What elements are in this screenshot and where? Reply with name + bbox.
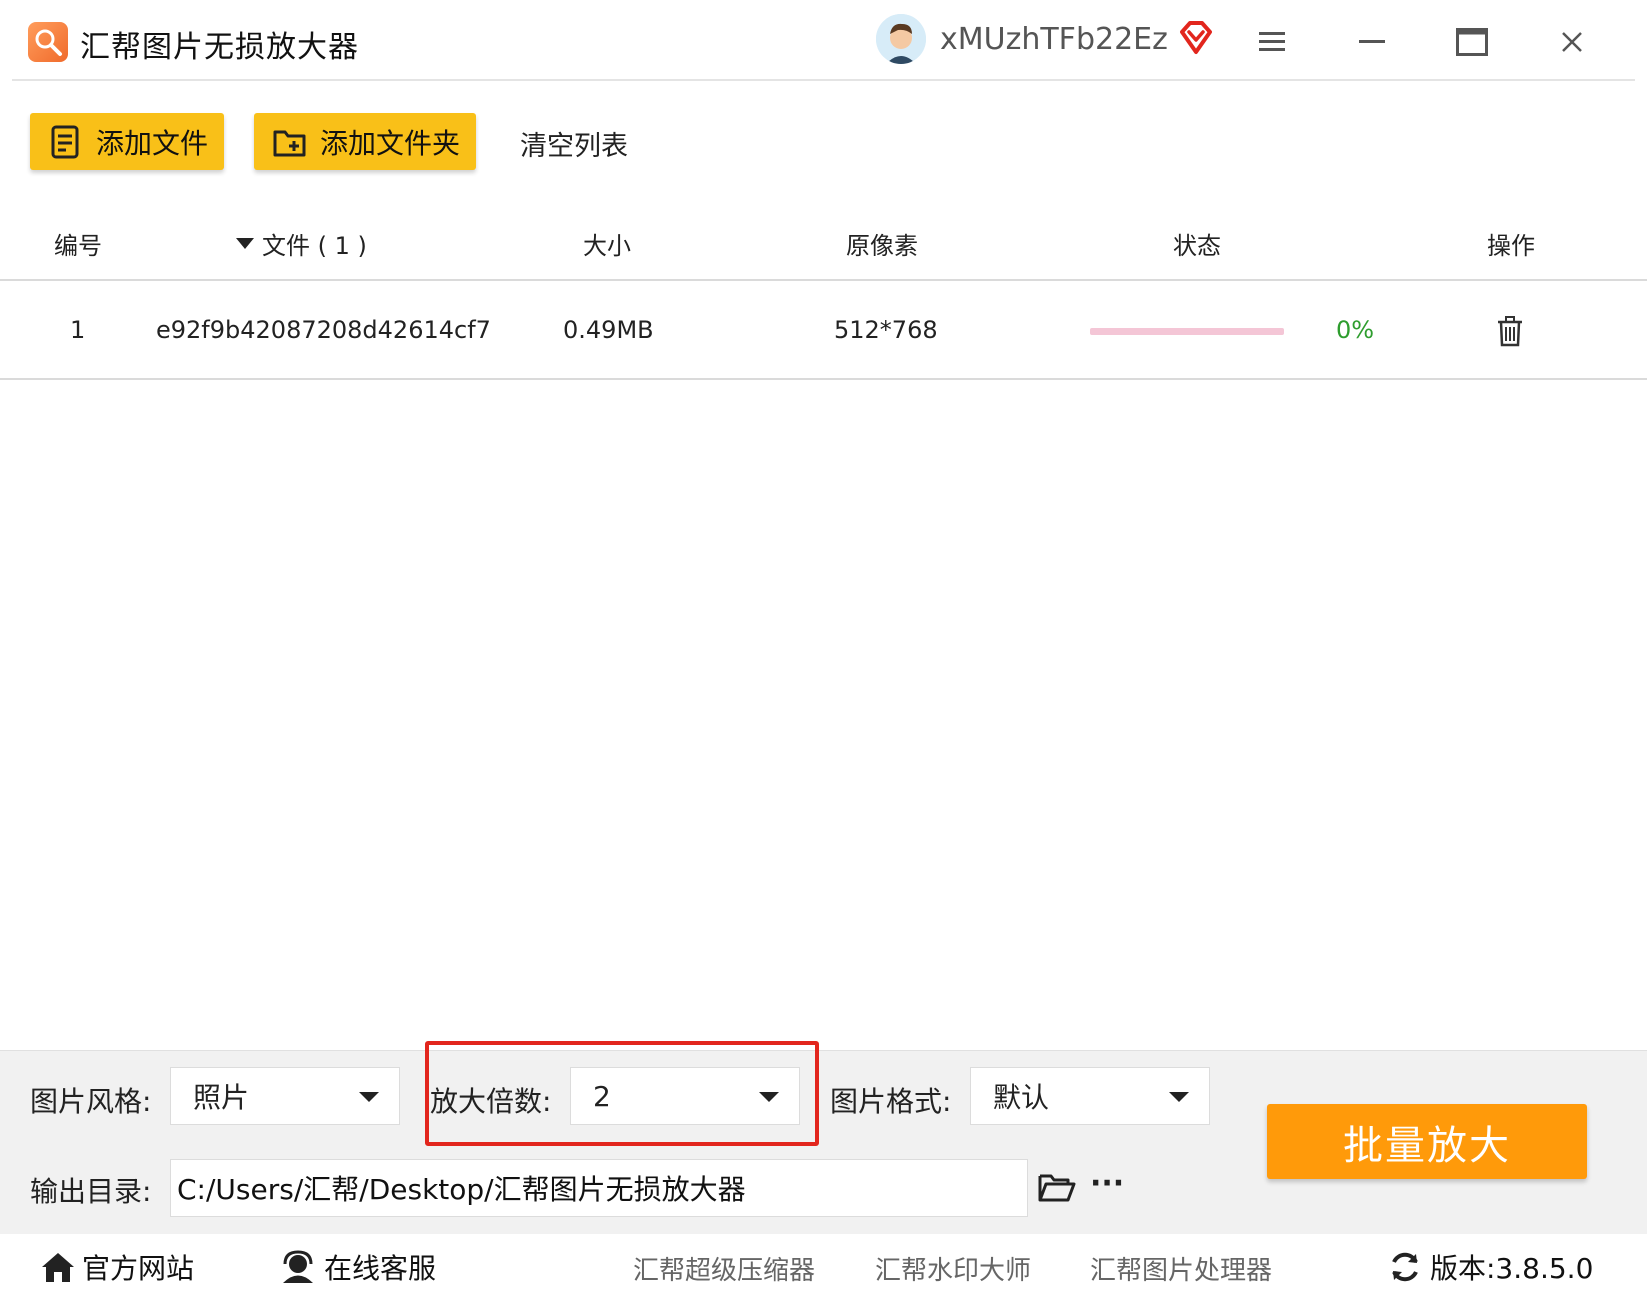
row-index: 1 bbox=[70, 316, 86, 344]
add-folder-label: 添加文件夹 bbox=[320, 126, 461, 160]
table-row-divider bbox=[0, 378, 1647, 380]
user-avatar[interactable] bbox=[876, 14, 926, 64]
column-header-size: 大小 bbox=[583, 232, 631, 260]
add-file-icon bbox=[51, 125, 79, 158]
sort-down-icon bbox=[236, 237, 254, 249]
official-website-link[interactable]: 官方网站 bbox=[40, 1247, 194, 1287]
add-file-label: 添加文件 bbox=[96, 126, 209, 160]
column-header-file-label: 文件 ( 1 ) bbox=[262, 232, 367, 260]
version-label: 版本:3.8.5.0 bbox=[1430, 1252, 1594, 1285]
refresh-icon bbox=[1392, 1252, 1418, 1282]
image-style-select[interactable]: 照片 bbox=[170, 1067, 400, 1125]
column-header-action: 操作 bbox=[1487, 232, 1535, 260]
image-format-value: 默认 bbox=[993, 1081, 1050, 1114]
image-style-value: 照片 bbox=[193, 1081, 250, 1114]
image-format-select[interactable]: 默认 bbox=[970, 1067, 1210, 1125]
table-header-divider bbox=[0, 279, 1647, 281]
output-dir-label: 输出目录: bbox=[30, 1175, 152, 1208]
column-header-file[interactable]: 文件 ( 1 ) bbox=[236, 226, 367, 261]
username: xMUzhTFb22Ez bbox=[940, 22, 1168, 57]
footer-link-compressor[interactable]: 汇帮超级压缩器 bbox=[633, 1250, 815, 1287]
row-file-name: e92f9b42087208d42614cf7 bbox=[156, 316, 491, 344]
row-file-size: 0.49MB bbox=[563, 316, 654, 344]
online-support-label: 在线客服 bbox=[324, 1252, 437, 1285]
title-divider bbox=[12, 79, 1635, 81]
folder-open-icon[interactable] bbox=[1038, 1170, 1076, 1204]
image-style-label: 图片风格: bbox=[30, 1085, 152, 1118]
official-website-label: 官方网站 bbox=[82, 1252, 195, 1285]
column-header-pixels: 原像素 bbox=[846, 232, 918, 260]
footer-link-watermark[interactable]: 汇帮水印大师 bbox=[875, 1250, 1031, 1287]
image-format-label: 图片格式: bbox=[830, 1085, 952, 1118]
add-file-button[interactable]: 添加文件 bbox=[30, 113, 224, 170]
column-header-index: 编号 bbox=[54, 232, 102, 260]
scale-factor-highlight-box bbox=[425, 1041, 819, 1146]
maximize-icon[interactable] bbox=[1450, 20, 1494, 64]
minimize-icon[interactable] bbox=[1350, 20, 1394, 64]
app-logo-icon bbox=[28, 22, 68, 62]
more-options-button[interactable]: ··· bbox=[1090, 1166, 1124, 1201]
close-icon[interactable] bbox=[1550, 20, 1594, 64]
progress-percent: 0% bbox=[1336, 316, 1375, 344]
chevron-down-icon bbox=[359, 1092, 379, 1102]
column-header-status: 状态 bbox=[1173, 232, 1221, 260]
home-icon bbox=[42, 1253, 74, 1282]
menu-icon[interactable] bbox=[1250, 20, 1294, 64]
online-support-link[interactable]: 在线客服 bbox=[280, 1247, 436, 1287]
row-original-pixels: 512*768 bbox=[834, 316, 938, 344]
headset-icon bbox=[283, 1250, 313, 1283]
add-folder-icon bbox=[273, 130, 306, 156]
title-bar: 汇帮图片无损放大器 xMUzhTFb22Ez bbox=[0, 0, 1647, 81]
output-dir-input[interactable]: C:/Users/汇帮/Desktop/汇帮图片无损放大器 bbox=[170, 1159, 1028, 1217]
chevron-down-icon bbox=[1169, 1092, 1189, 1102]
clear-list-button[interactable]: 清空列表 bbox=[520, 124, 628, 163]
batch-enlarge-button[interactable]: 批量放大 bbox=[1267, 1104, 1587, 1179]
app-title: 汇帮图片无损放大器 bbox=[80, 30, 359, 65]
progress-bar bbox=[1090, 328, 1284, 335]
version-info[interactable]: 版本:3.8.5.0 bbox=[1388, 1247, 1593, 1287]
vip-diamond-icon[interactable] bbox=[1176, 18, 1216, 58]
delete-trash-icon[interactable] bbox=[1495, 315, 1525, 347]
footer-link-image-processor[interactable]: 汇帮图片处理器 bbox=[1090, 1250, 1272, 1287]
add-folder-button[interactable]: 添加文件夹 bbox=[254, 113, 476, 170]
